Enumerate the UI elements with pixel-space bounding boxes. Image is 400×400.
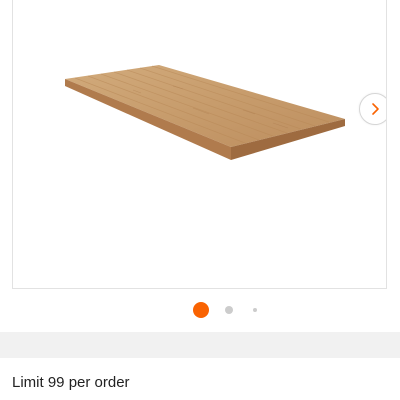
pagination-dot-active[interactable]	[193, 302, 209, 318]
gallery-pagination	[0, 300, 400, 320]
purchase-limit-text: Limit 99 per order	[12, 374, 130, 391]
next-image-button[interactable]	[359, 93, 386, 125]
product-image-gallery[interactable]	[12, 0, 387, 289]
product-image[interactable]	[13, 0, 387, 289]
chevron-right-icon	[372, 103, 379, 115]
pagination-dot[interactable]	[225, 306, 233, 314]
product-page: Limit 99 per order	[0, 0, 400, 400]
pagination-dot[interactable]	[253, 308, 257, 312]
section-divider	[0, 332, 400, 358]
